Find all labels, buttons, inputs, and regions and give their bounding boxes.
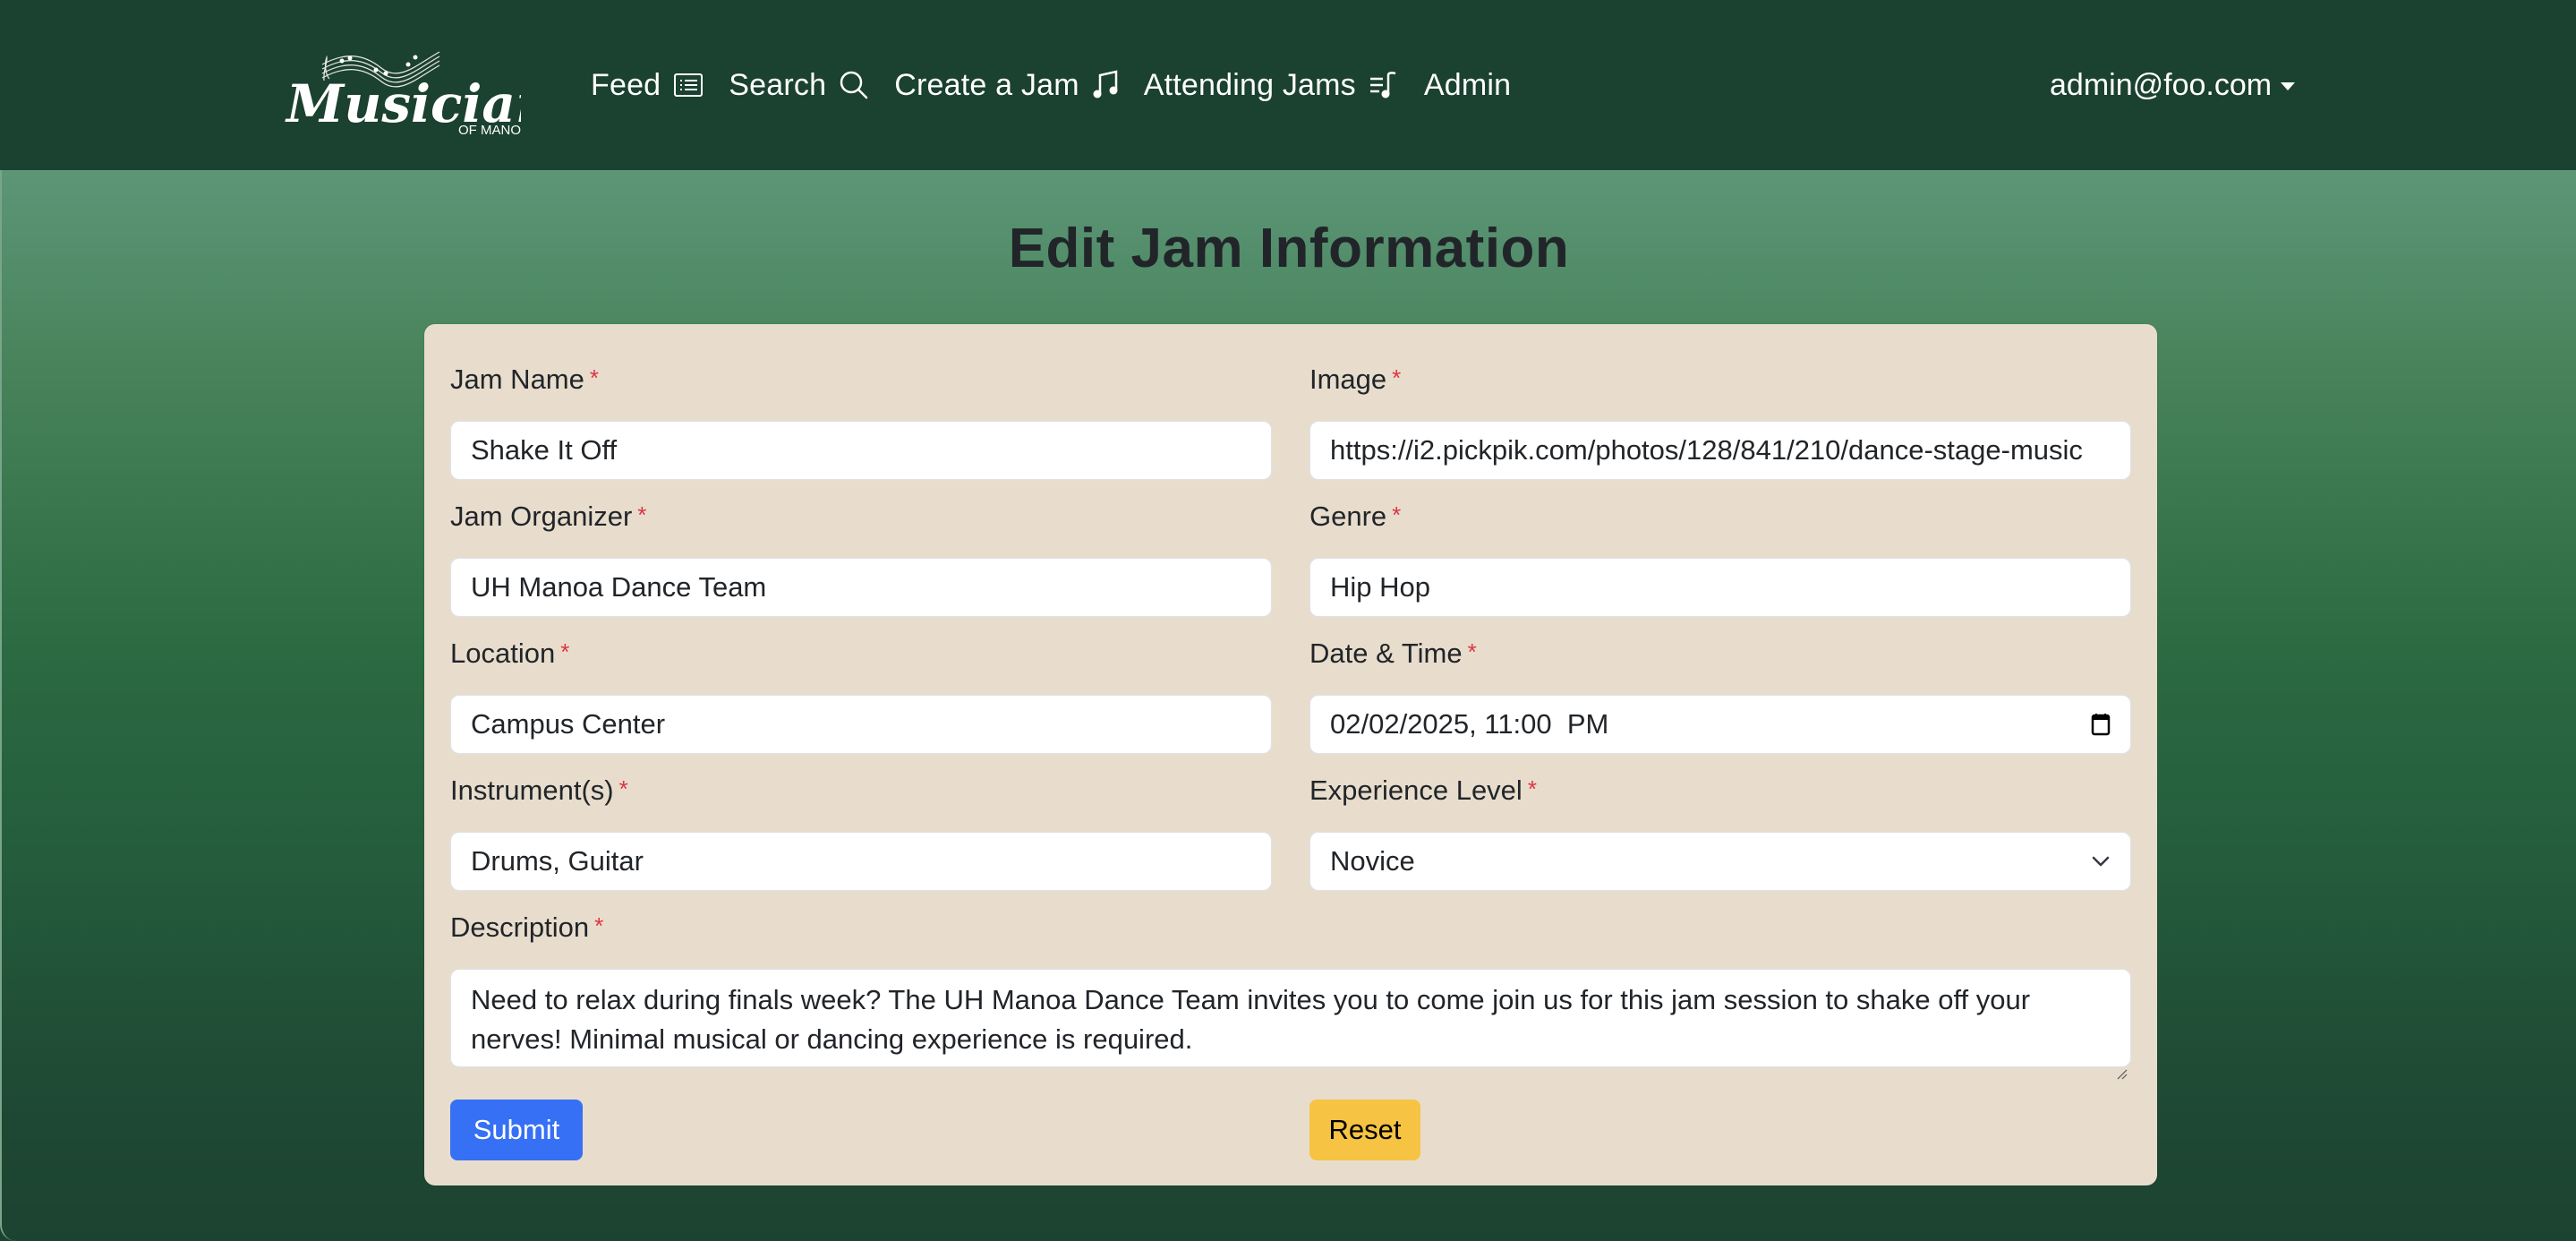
brand-logo[interactable]: Musicians OF MANOA xyxy=(283,25,583,140)
nav-search[interactable]: Search xyxy=(729,68,869,103)
edit-jam-form: Jam Name * Shake It Off Image * https://i2… xyxy=(424,324,2157,1185)
nav-links: Feed Search Create a Jam Attending Jams … xyxy=(591,54,1536,116)
date-time-label: Date & Time * xyxy=(1309,638,1477,669)
music-note-icon xyxy=(1092,70,1119,100)
field-experience: Experience Level * Novice xyxy=(1309,773,2131,891)
nav-feed-label: Feed xyxy=(591,67,661,102)
nav-search-label: Search xyxy=(729,67,827,102)
reset-button[interactable]: Reset xyxy=(1309,1100,1420,1160)
required-marker: * xyxy=(560,638,570,665)
nav-feed[interactable]: Feed xyxy=(591,68,704,103)
field-date-time: Date & Time * 02/02/2025, 11:00 PM xyxy=(1309,636,2131,754)
required-marker: * xyxy=(1527,775,1537,802)
description-label: Description * xyxy=(450,911,604,943)
nav-attending-jams-label: Attending Jams xyxy=(1143,67,1356,102)
date-time-input[interactable]: 02/02/2025, 11:00 PM xyxy=(1309,695,2131,754)
experience-label: Experience Level * xyxy=(1309,775,1537,806)
svg-text:OF MANOA: OF MANOA xyxy=(458,123,521,138)
main-content: Edit Jam Information Jam Name * Shake It … xyxy=(0,170,2576,1241)
field-location: Location * Campus Center xyxy=(450,636,1272,754)
caret-down-icon xyxy=(2281,81,2296,90)
required-marker: * xyxy=(589,364,599,391)
location-input[interactable]: Campus Center xyxy=(450,695,1272,754)
nav-create-jam[interactable]: Create a Jam xyxy=(894,68,1118,103)
instruments-input[interactable]: Drums, Guitar xyxy=(450,832,1272,891)
nav-admin-label: Admin xyxy=(1423,67,1512,102)
user-dropdown[interactable]: admin@foo.com xyxy=(2050,54,2296,116)
experience-select[interactable]: Novice xyxy=(1309,832,2131,891)
navbar: Musicians OF MANOA Feed Search Create a … xyxy=(0,0,2576,170)
required-marker: * xyxy=(1467,638,1477,665)
organizer-input[interactable]: UH Manoa Dance Team xyxy=(450,558,1272,617)
list-icon xyxy=(673,72,704,98)
jam-name-input[interactable]: Shake It Off xyxy=(450,421,1272,480)
required-marker: * xyxy=(1392,364,1402,391)
image-url-input[interactable]: https://i2.pickpik.com/photos/128/841/21… xyxy=(1309,421,2131,480)
field-organizer: Jam Organizer * UH Manoa Dance Team xyxy=(450,499,1272,617)
image-label: Image * xyxy=(1309,364,1402,395)
nav-attending-jams[interactable]: Attending Jams xyxy=(1144,68,1399,103)
genre-label: Genre * xyxy=(1309,501,1402,532)
jam-name-label: Jam Name * xyxy=(450,364,599,395)
search-icon xyxy=(839,70,869,100)
field-image: Image * https://i2.pickpik.com/photos/128… xyxy=(1309,362,2131,480)
user-email: admin@foo.com xyxy=(2050,67,2273,102)
nav-create-jam-label: Create a Jam xyxy=(894,67,1079,102)
required-marker: * xyxy=(1392,501,1402,528)
required-marker: * xyxy=(618,775,628,802)
musicians-logo-icon: Musicians OF MANOA xyxy=(285,51,583,138)
location-label: Location * xyxy=(450,638,570,669)
submit-button[interactable]: Submit xyxy=(450,1100,583,1160)
resize-handle-icon[interactable] xyxy=(2115,1051,2128,1080)
genre-input[interactable]: Hip Hop xyxy=(1309,558,2131,617)
chevron-down-icon xyxy=(2091,855,2111,868)
calendar-icon[interactable] xyxy=(2091,713,2111,736)
description-textarea[interactable]: Need to relax during finals week? The UH… xyxy=(450,969,2131,1080)
instruments-label: Instrument(s) * xyxy=(450,775,628,806)
field-description: Description * Need to relax during finals… xyxy=(450,910,2131,1080)
nav-admin[interactable]: Admin xyxy=(1424,68,1511,103)
field-instruments: Instrument(s) * Drums, Guitar xyxy=(450,773,1272,891)
organizer-label: Jam Organizer * xyxy=(450,501,647,532)
field-genre: Genre * Hip Hop xyxy=(1309,499,2131,617)
required-marker: * xyxy=(637,501,647,528)
page-title: Edit Jam Information xyxy=(1008,218,1570,279)
field-jam-name: Jam Name * Shake It Off xyxy=(450,362,1272,480)
required-marker: * xyxy=(594,912,604,939)
music-playlist-icon xyxy=(1369,70,1399,100)
